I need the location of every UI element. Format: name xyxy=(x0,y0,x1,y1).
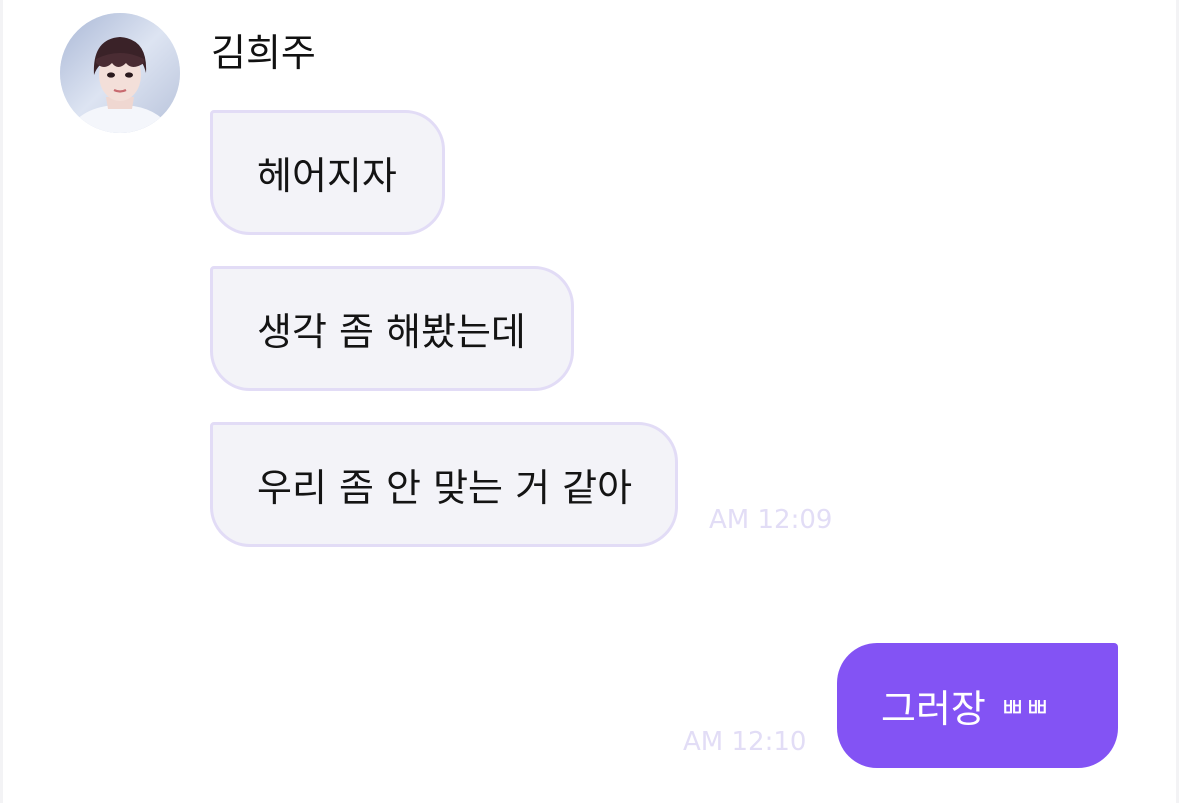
incoming-message-bubble[interactable]: 생각 좀 해봤는데 xyxy=(210,266,574,391)
incoming-message-bubble[interactable]: 헤어지자 xyxy=(210,110,445,235)
outgoing-timestamp: AM 12:10 xyxy=(683,727,807,757)
message-text: 헤어지자 xyxy=(257,154,397,198)
message-text: 생각 좀 해봤는데 xyxy=(257,310,526,354)
profile-photo-icon xyxy=(60,13,180,133)
avatar[interactable] xyxy=(60,13,180,133)
incoming-message-bubble[interactable]: 우리 좀 안 맞는 거 같아 xyxy=(210,422,678,547)
incoming-timestamp: AM 12:09 xyxy=(709,505,833,535)
message-suffix: ㅃㅃ xyxy=(999,693,1050,724)
message-text: 우리 좀 안 맞는 거 같아 xyxy=(257,466,633,510)
sender-name: 김희주 xyxy=(211,31,316,75)
message-text: 그러장 xyxy=(881,687,986,731)
frame-edge-left xyxy=(0,0,3,803)
outgoing-message-bubble[interactable]: 그러장 ㅃㅃ xyxy=(837,643,1118,768)
